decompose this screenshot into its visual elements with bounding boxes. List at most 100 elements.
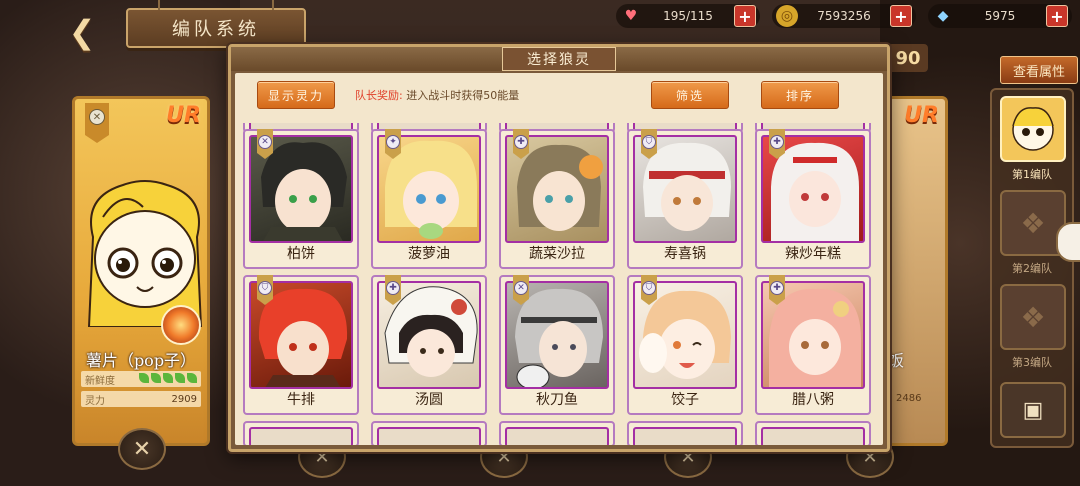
filter-button[interactable]: 筛选 [651,81,729,109]
side-drawer-handle[interactable] [1056,222,1080,262]
character-card[interactable]: ✚ 腊八粥 [755,275,871,415]
character-name: 秋刀鱼 [536,392,578,408]
dialog-toolbar: 显示灵力 队长奖励: 进入战斗时获得50能量 筛选 排序 [235,73,883,121]
empty-slot-icon: ❖ [1020,300,1046,334]
character-portrait [761,427,865,445]
character-name: 饺子 [671,392,699,408]
coin-value: 7593256 [817,9,871,23]
character-name: 辣炒年糕 [785,246,841,262]
page-title: 编队系统 [126,0,306,48]
coin-resource: ◎ 7593256 + [772,4,916,28]
wind-icon: ✕ [89,109,105,125]
empty-slot-icon: ❖ [1020,206,1046,240]
power-row: 灵力 2909 [81,391,201,407]
freshness-leaves [137,372,197,386]
character-portrait [249,427,353,445]
heart-icon: ♥ [624,8,638,24]
character-portrait [505,427,609,445]
character-name: 汤圆 [415,392,443,408]
crystal-icon: ◆ [937,8,949,24]
character-card-partial [755,421,871,445]
shield-icon: ⛉ [258,281,272,295]
team-leader-avatar [1012,107,1054,151]
character-card[interactable]: ⛉ 寿喜锅 [627,129,743,269]
element-badge: ✚ [769,275,785,305]
element-badge: ⛉ [641,129,657,159]
character-grid: ✕ 柏饼 ✦ 菠萝油 ✚ 蔬菜沙拉 ⛉ 寿喜锅 ✚ 辣炒年糕 ⛉ 牛排 ✚ 汤圆… [235,123,883,445]
nature-icon: ✚ [514,135,528,149]
element-badge: ✕ [513,275,529,305]
leader-reward-label: 队长奖励: [355,89,403,102]
add-stamina-button[interactable]: + [734,5,756,27]
lock-icon[interactable]: ▣ [1000,382,1066,438]
light-icon: ✦ [386,135,400,149]
character-card[interactable]: ✕ 柏饼 [243,129,359,269]
team-3-label: 第3编队 [1012,356,1052,369]
wind-icon: ✕ [258,135,272,149]
dialog-header: 选择狼灵 [231,47,887,71]
rarity-label: UR [904,103,939,128]
show-power-button[interactable]: 显示灵力 [257,81,335,109]
character-name: 蔬菜沙拉 [529,246,585,262]
rarity-label: UR [166,103,201,128]
character-card[interactable]: ⛉ 牛排 [243,275,359,415]
dialog-title: 选择狼灵 [502,47,616,71]
cutlery-icon[interactable]: ✕ [118,428,166,470]
character-card[interactable]: ✚ 蔬菜沙拉 [499,129,615,269]
second-character-name: 饭 [888,351,905,370]
character-name: 柏饼 [287,246,315,262]
character-name: 腊八粥 [792,392,834,408]
crystal-value: 5975 [984,9,1016,23]
freshness-label: 新鲜度 [85,375,115,387]
sort-button[interactable]: 排序 [761,81,839,109]
leader-reward-text: 进入战斗时获得50能量 [406,89,520,102]
shield-icon: ⛉ [642,281,656,295]
character-card[interactable]: ✚ 汤圆 [371,275,487,415]
second-character-card[interactable]: UR 饭 2486 [888,96,948,446]
character-card-partial [627,421,743,445]
character-portrait [377,427,481,445]
add-crystal-button[interactable]: + [1046,5,1068,27]
fire-skill-icon [161,305,201,345]
character-card[interactable]: ⛉ 饺子 [627,275,743,415]
character-name: 牛排 [287,392,315,408]
team-3-slot[interactable]: ❖ [1000,284,1066,350]
leaf-icon [163,372,173,383]
character-name: 寿喜锅 [664,246,706,262]
element-badge: ✕ [85,103,109,143]
element-badge: ⛉ [257,275,273,305]
character-card-partial [499,421,615,445]
stamina-value: 195/115 [663,9,713,23]
back-arrow-icon[interactable]: ❮ [54,13,110,51]
crystal-resource: ◆ 5975 + [928,4,1072,28]
character-card[interactable]: ✦ 菠萝油 [371,129,487,269]
nature-icon: ✚ [770,135,784,149]
power-label: 灵力 [85,395,105,407]
leaf-icon [139,372,149,383]
stamina-resource: ♥ 195/115 + [616,4,760,28]
character-card[interactable]: ✕ 秋刀鱼 [499,275,615,415]
add-coin-button[interactable]: + [890,5,912,27]
power-value: 2909 [171,393,197,405]
lead-character-card[interactable]: ✕ UR 薯片（pop子） 新鲜度 灵力 2909 [72,96,210,446]
select-character-dialog: 选择狼灵 显示灵力 队长奖励: 进入战斗时获得50能量 筛选 排序 ✕ 柏饼 ✦… [228,44,890,452]
character-portrait [633,427,737,445]
freshness-row: 新鲜度 [81,371,201,387]
element-badge: ✕ [257,129,273,159]
wind-icon: ✕ [514,281,528,295]
nature-icon: ✚ [770,281,784,295]
element-badge: ⛉ [641,275,657,305]
coin-icon: ◎ [776,5,798,27]
resource-bar: ♥ 195/115 + ◎ 7593256 + ◆ 5975 + [616,4,1072,28]
element-badge: ✚ [513,129,529,159]
leaf-icon [187,372,197,383]
team-2-label: 第2编队 [1012,262,1052,275]
team-1-slot[interactable] [1000,96,1066,162]
character-card[interactable]: ✚ 辣炒年糕 [755,129,871,269]
element-badge: ✚ [769,129,785,159]
leader-reward: 队长奖励: 进入战斗时获得50能量 [355,87,519,103]
leaf-icon [175,372,185,383]
team-column: 第1编队 ❖ 第2编队 ❖ 第3编队 ▣ [990,88,1074,448]
second-power-value: 2486 [896,393,922,404]
view-attributes-button[interactable]: 查看属性 [1000,56,1078,84]
